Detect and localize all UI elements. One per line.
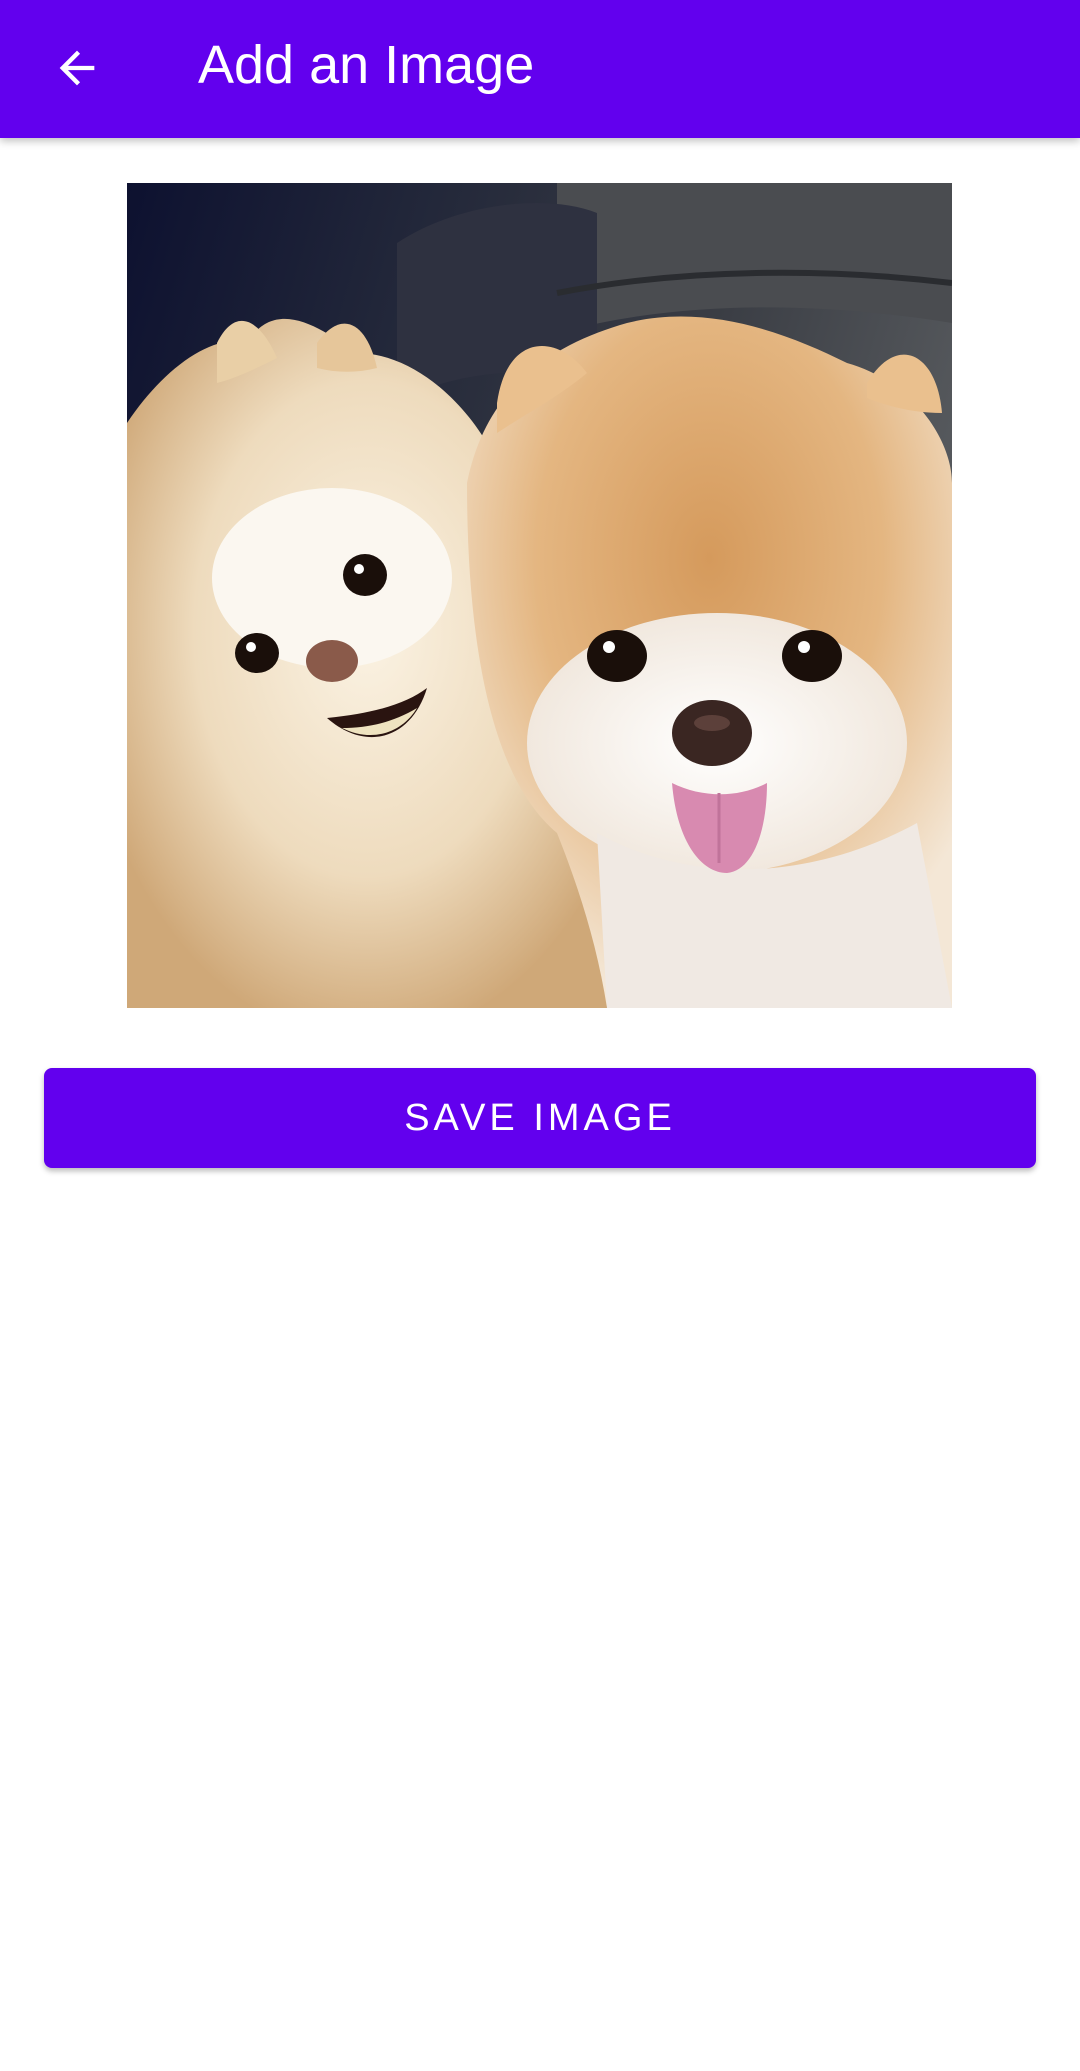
selected-image bbox=[127, 183, 952, 1008]
app-bar: Add an Image bbox=[0, 0, 1080, 138]
dog-photo bbox=[127, 183, 952, 1008]
page-title: Add an Image bbox=[198, 35, 535, 95]
save-image-button[interactable]: SAVE IMAGE bbox=[44, 1068, 1036, 1168]
arrow-back-icon bbox=[59, 50, 95, 86]
back-button[interactable] bbox=[34, 25, 120, 111]
save-image-label: SAVE IMAGE bbox=[404, 1096, 676, 1139]
